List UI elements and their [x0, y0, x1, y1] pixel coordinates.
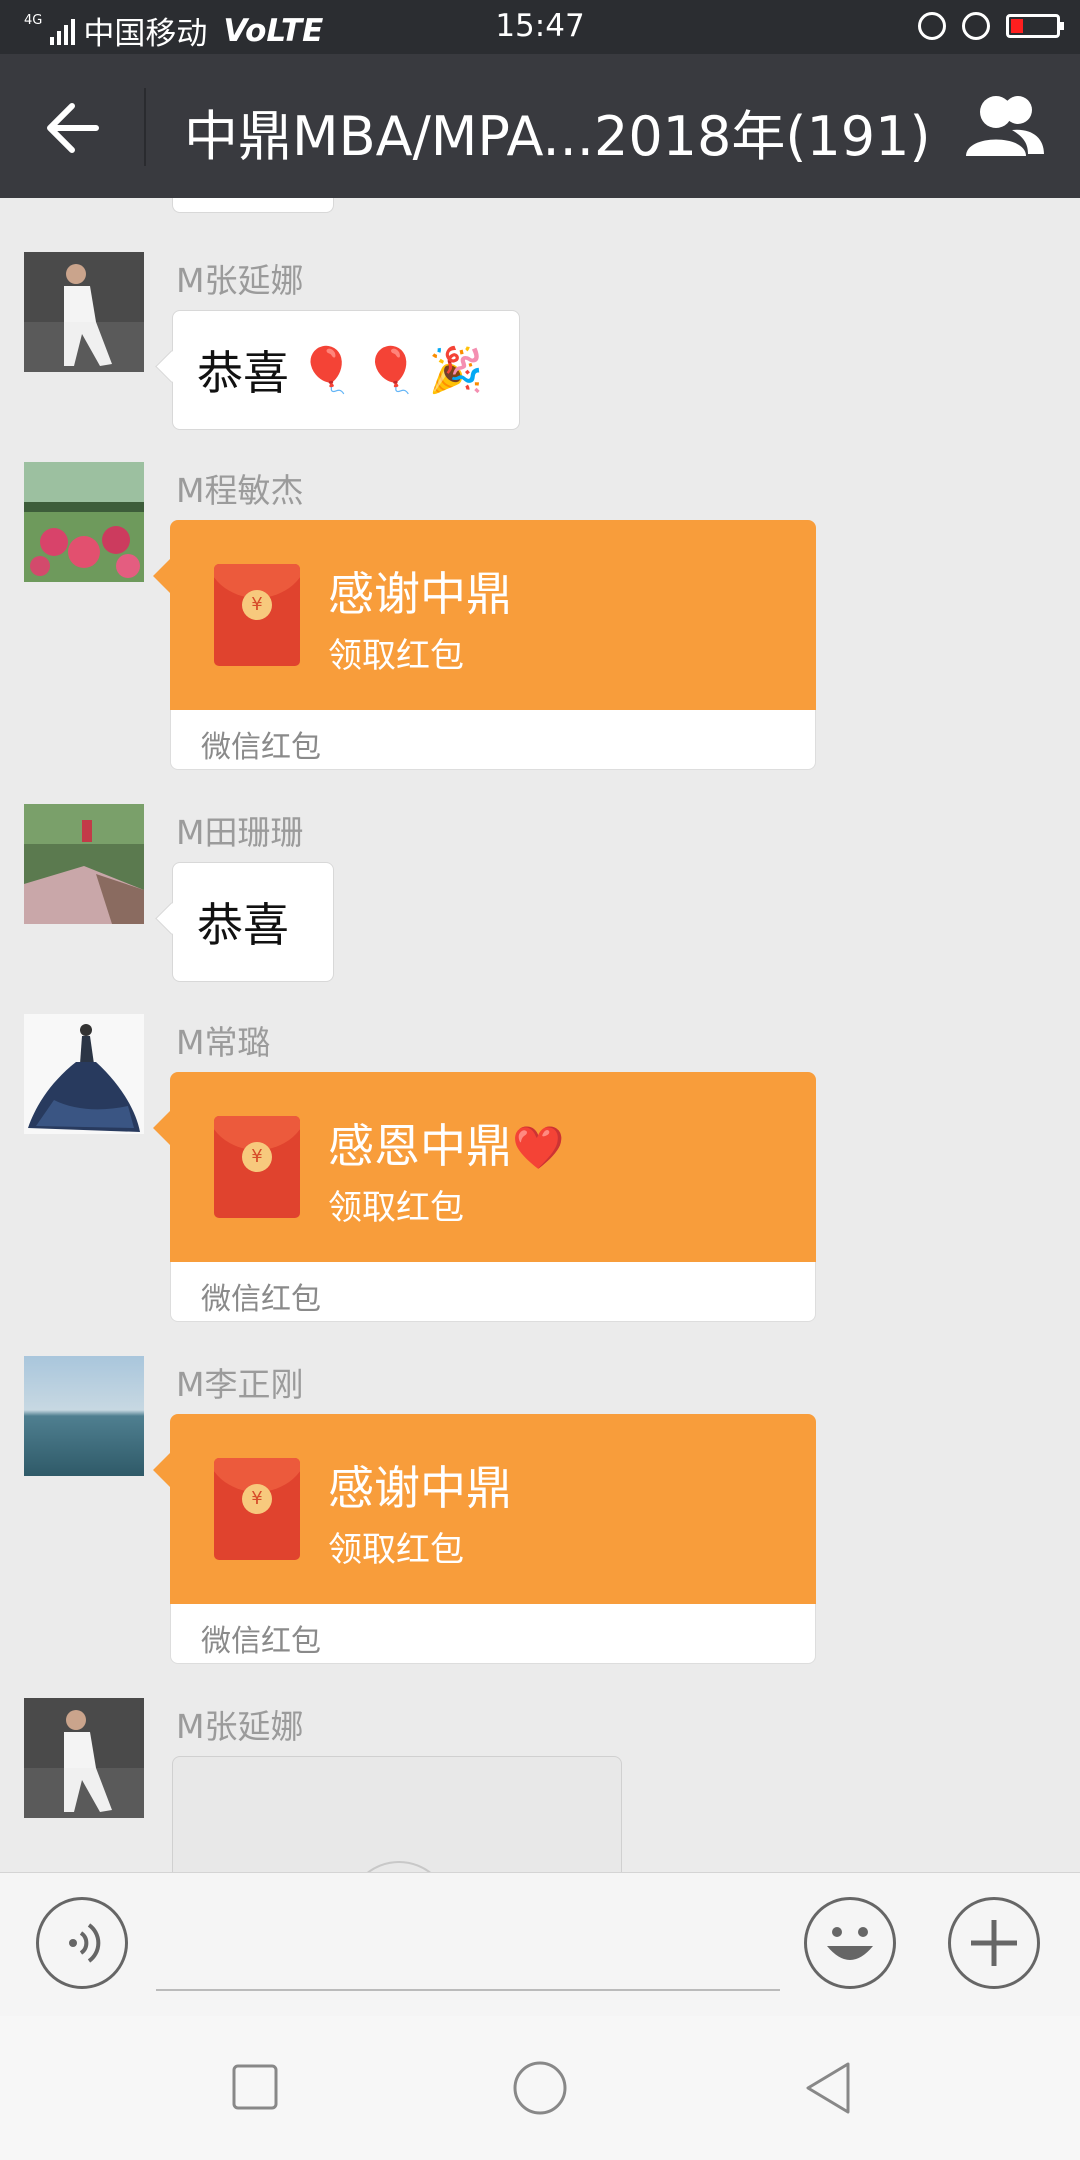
- message-input[interactable]: [156, 1989, 780, 1991]
- avatar-image: [24, 462, 144, 582]
- avatar[interactable]: [24, 1356, 144, 1476]
- red-packet-icon: ¥: [214, 1458, 300, 1560]
- sender-name: M张延娜: [176, 261, 304, 300]
- red-packet-header: ¥ 感恩中鼎❤️ 领取红包: [170, 1072, 816, 1262]
- sender-name: M李正刚: [176, 1365, 304, 1404]
- voice-input-button[interactable]: [36, 1897, 128, 1989]
- avatar-image: [24, 1356, 144, 1476]
- group-members-button[interactable]: [962, 90, 1046, 166]
- arrow-left-icon: [47, 103, 99, 153]
- red-packet-icon: ¥: [214, 564, 300, 666]
- previous-message-bubble: [172, 198, 334, 213]
- red-packet-title-text: 感恩中鼎: [328, 1119, 512, 1173]
- plus-icon: [971, 1920, 1017, 1966]
- avatar-image: [24, 1014, 144, 1134]
- party-popper-emoji: 🎉: [428, 345, 484, 396]
- chat-history[interactable]: M张延娜 恭喜 🎈 🎈 🎉 M程敏杰 ¥ 感谢中鼎 领取红包 微信红包 M田珊珊…: [0, 198, 1080, 1872]
- voice-icon: [69, 1923, 101, 1963]
- more-options-button[interactable]: [948, 1897, 1040, 1989]
- red-packet-title: 感谢中鼎: [328, 567, 512, 621]
- avatar[interactable]: [24, 462, 144, 582]
- red-packet-card[interactable]: ¥ 感谢中鼎 领取红包 微信红包: [170, 1414, 816, 1664]
- heart-emoji: ❤️: [512, 1123, 565, 1172]
- red-packet-header: ¥ 感谢中鼎 领取红包: [170, 520, 816, 710]
- avatar[interactable]: [24, 1014, 144, 1134]
- red-packet-header: ¥ 感谢中鼎 领取红包: [170, 1414, 816, 1604]
- red-packet-subtitle: 领取红包: [328, 1530, 464, 1570]
- avatar[interactable]: [24, 804, 144, 924]
- avatar-image: [24, 1698, 144, 1818]
- group-icon: [966, 96, 1044, 156]
- avatar[interactable]: [24, 252, 144, 372]
- message-composer: [0, 1872, 1080, 2017]
- red-packet-card[interactable]: ¥ 感恩中鼎❤️ 领取红包 微信红包: [170, 1072, 816, 1322]
- rotation-lock-icon: [918, 12, 946, 40]
- red-packet-title: 感恩中鼎❤️: [328, 1110, 564, 1176]
- message-text: 恭喜: [197, 346, 289, 400]
- smiley-icon: [827, 1927, 873, 1960]
- status-bar: 4G 中国移动 VoLTE 15:47: [0, 0, 1080, 54]
- avatar-image: [24, 804, 144, 924]
- text-message-bubble[interactable]: 恭喜 🎈 🎈 🎉: [172, 310, 520, 430]
- red-packet-subtitle: 领取红包: [328, 1188, 464, 1228]
- title-divider: [144, 88, 146, 166]
- red-packet-title: 感谢中鼎: [328, 1461, 512, 1515]
- chat-title: 中鼎MBA/MPA...2018年(191): [184, 105, 931, 168]
- avatar[interactable]: [24, 1698, 144, 1818]
- balloon-emoji: 🎈: [363, 345, 419, 396]
- sender-name: M张延娜: [176, 1707, 304, 1746]
- battery-icon: [1006, 14, 1064, 38]
- alarm-icon: [962, 12, 990, 40]
- chat-title-bar: 中鼎MBA/MPA...2018年(191): [0, 54, 1080, 198]
- red-packet-label: 微信红包: [201, 1282, 321, 1317]
- red-packet-footer: 微信红包: [170, 710, 816, 770]
- home-icon[interactable]: [512, 2060, 568, 2116]
- red-packet-subtitle: 领取红包: [328, 636, 464, 676]
- sender-name: M程敏杰: [176, 471, 304, 510]
- play-icon: [347, 1861, 451, 1872]
- emoji-button[interactable]: [804, 1897, 896, 1989]
- red-packet-footer: 微信红包: [170, 1262, 816, 1322]
- red-packet-label: 微信红包: [201, 730, 321, 765]
- message-text: 恭喜: [197, 898, 289, 952]
- avatar-image: [24, 252, 144, 372]
- text-message-bubble[interactable]: 恭喜: [172, 862, 334, 982]
- system-navigation-bar: [0, 2016, 1080, 2160]
- back-button[interactable]: [28, 88, 120, 168]
- sender-name: M常璐: [176, 1023, 271, 1062]
- red-packet-label: 微信红包: [201, 1624, 321, 1659]
- red-packet-icon: ¥: [214, 1116, 300, 1218]
- image-message[interactable]: [172, 1756, 622, 1872]
- back-icon[interactable]: [800, 2060, 856, 2116]
- red-packet-footer: 微信红包: [170, 1604, 816, 1664]
- sender-name: M田珊珊: [176, 813, 304, 852]
- red-packet-card[interactable]: ¥ 感谢中鼎 领取红包 微信红包: [170, 520, 816, 770]
- balloon-emoji: 🎈: [299, 345, 354, 396]
- recent-apps-icon[interactable]: [230, 2062, 280, 2112]
